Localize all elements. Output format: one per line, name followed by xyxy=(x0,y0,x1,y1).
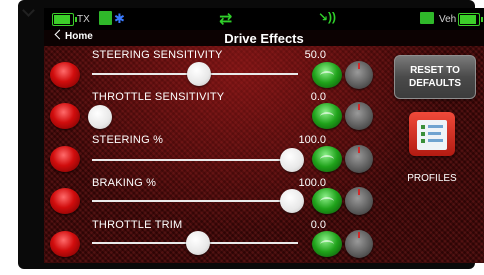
veh-label: Veh xyxy=(439,14,457,25)
reset-button-line2: DEFAULTS xyxy=(408,78,462,89)
control-row-throttle-trim: THROTTLE TRIM 0.0 xyxy=(44,218,374,260)
profiles-label[interactable]: PROFILES xyxy=(396,173,468,184)
control-row-steering-sensitivity: STEERING SENSITIVITY 50.0 xyxy=(44,48,374,90)
toggle-button-red[interactable] xyxy=(50,188,80,214)
device-frame: TX ✱ ⇄ ↘)) Veh Home Drive Effects STEERI… xyxy=(18,0,484,269)
control-row-braking-percent: BRAKING % 100.0 xyxy=(44,176,374,218)
direction-arrows-icon: ⇄ xyxy=(219,11,233,28)
slider-knob[interactable] xyxy=(280,148,304,172)
vehicle-icon xyxy=(420,12,434,24)
slider-track[interactable] xyxy=(92,200,298,202)
control-label: STEERING SENSITIVITY xyxy=(92,49,223,61)
control-label: STEERING % xyxy=(92,134,164,146)
control-value: 100.0 xyxy=(298,134,326,146)
title-bar: Home Drive Effects xyxy=(44,29,484,46)
reset-to-defaults-button[interactable]: RESET TO DEFAULTS xyxy=(394,55,476,99)
slider-track[interactable] xyxy=(92,159,298,161)
reset-button-line1: RESET TO xyxy=(410,65,460,76)
adjust-dial[interactable] xyxy=(345,61,373,89)
toggle-button-red[interactable] xyxy=(50,146,80,172)
control-row-steering-percent: STEERING % 100.0 xyxy=(44,133,374,175)
control-row-throttle-sensitivity: THROTTLE SENSITIVITY 0.0 xyxy=(44,90,374,132)
veh-battery-icon xyxy=(458,13,483,26)
control-label: BRAKING % xyxy=(92,177,157,189)
control-value: 0.0 xyxy=(310,219,326,231)
profiles-icon[interactable] xyxy=(409,112,455,156)
toggle-button-green[interactable] xyxy=(312,146,342,172)
control-label: THROTTLE SENSITIVITY xyxy=(92,91,225,103)
slider-knob[interactable] xyxy=(280,189,304,213)
toggle-button-green[interactable] xyxy=(312,188,342,214)
adjust-dial[interactable] xyxy=(345,230,373,258)
toggle-button-red[interactable] xyxy=(50,62,80,88)
control-value: 100.0 xyxy=(298,177,326,189)
adjust-dial[interactable] xyxy=(345,102,373,130)
page-title: Drive Effects xyxy=(224,31,304,46)
slider-knob[interactable] xyxy=(88,105,112,129)
toggle-button-red[interactable] xyxy=(50,103,80,129)
toggle-button-green[interactable] xyxy=(312,103,342,129)
toggle-button-red[interactable] xyxy=(50,231,80,257)
tx-label: TX xyxy=(77,14,90,25)
signal-icon: ↘)) xyxy=(318,10,337,24)
screen: TX ✱ ⇄ ↘)) Veh Home Drive Effects STEERI… xyxy=(44,8,484,263)
toggle-button-green[interactable] xyxy=(312,62,342,88)
control-value: 0.0 xyxy=(310,91,326,103)
adjust-dial[interactable] xyxy=(345,187,373,215)
slider-knob[interactable] xyxy=(187,62,211,86)
tx-icon xyxy=(99,11,112,25)
status-bar: TX ✱ ⇄ ↘)) Veh xyxy=(44,8,484,30)
control-value: 50.0 xyxy=(304,49,326,61)
adjust-dial[interactable] xyxy=(345,145,373,173)
bluetooth-icon: ✱ xyxy=(114,11,125,26)
control-label: THROTTLE TRIM xyxy=(92,219,183,231)
toggle-button-green[interactable] xyxy=(312,231,342,257)
corner-mark xyxy=(22,4,35,17)
tx-battery-icon xyxy=(52,13,77,26)
slider-knob[interactable] xyxy=(186,231,210,255)
